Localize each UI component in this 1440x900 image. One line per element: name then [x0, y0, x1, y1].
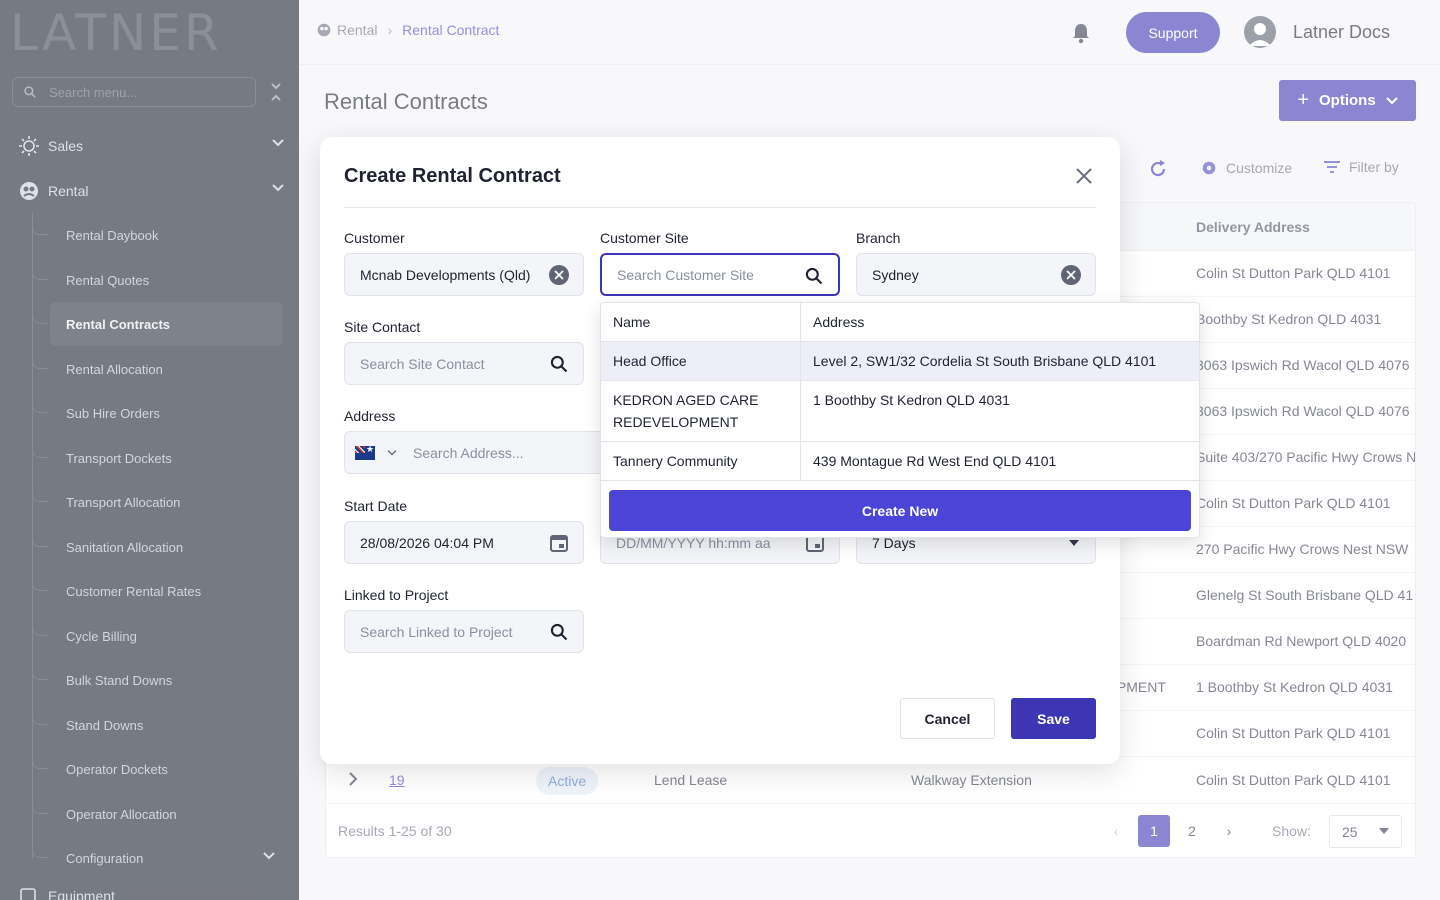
option-name: Head Office	[613, 353, 687, 369]
address-label: Address	[344, 408, 396, 424]
chevron-down-icon[interactable]	[387, 449, 397, 456]
customer-site-option[interactable]: Tannery Community 439 Montague Rd West E…	[601, 442, 1199, 481]
branch-field[interactable]: Sydney	[856, 253, 1096, 296]
option-name: Tannery Community	[613, 453, 738, 469]
dropdown-header-address: Address	[813, 314, 865, 330]
linked-project-placeholder: Search Linked to Project	[360, 623, 513, 640]
customer-field[interactable]: Mcnab Developments (Qld)	[344, 253, 584, 296]
customer-value: Mcnab Developments (Qld)	[360, 266, 531, 283]
site-contact-input[interactable]: Search Site Contact	[344, 342, 584, 385]
linked-project-input[interactable]: Search Linked to Project	[344, 610, 584, 653]
linked-project-label: Linked to Project	[344, 587, 449, 603]
create-new-button[interactable]: Create New	[609, 490, 1191, 531]
customer-site-option[interactable]: Head Office Level 2, SW1/32 Cordelia St …	[601, 342, 1199, 381]
option-name: KEDRON AGED CARE REDEVELOPMENT	[613, 392, 759, 430]
start-date-value: 28/08/2026 04:04 PM	[360, 534, 494, 551]
divider	[344, 207, 1096, 208]
branch-label: Branch	[856, 230, 901, 246]
site-contact-placeholder: Search Site Contact	[360, 355, 485, 372]
customer-site-input[interactable]: Search Customer Site	[600, 253, 840, 296]
clear-icon[interactable]	[1061, 265, 1081, 285]
column-divider	[800, 303, 801, 481]
calendar-icon[interactable]	[549, 533, 569, 553]
option-address: 1 Boothby St Kedron QLD 4031	[813, 392, 1010, 408]
start-date-input[interactable]: 28/08/2026 04:04 PM	[344, 521, 584, 564]
start-date-label: Start Date	[344, 498, 408, 514]
address-placeholder: Search Address...	[413, 444, 524, 461]
save-button[interactable]: Save	[1011, 698, 1096, 739]
customer-site-option[interactable]: KEDRON AGED CARE REDEVELOPMENT 1 Boothby…	[601, 381, 1199, 442]
address-input[interactable]: Search Address...	[344, 431, 634, 474]
dropdown-header: Name Address	[601, 303, 1199, 342]
search-icon[interactable]	[549, 354, 569, 374]
caret-down-icon	[1069, 540, 1079, 546]
option-address: 439 Montague Rd West End QLD 4101	[813, 453, 1057, 469]
modal-title: Create Rental Contract	[344, 165, 561, 187]
branch-value: Sydney	[872, 266, 919, 283]
search-icon[interactable]	[549, 622, 569, 642]
cancel-button[interactable]: Cancel	[900, 698, 995, 739]
site-contact-label: Site Contact	[344, 319, 421, 335]
clear-icon[interactable]	[549, 265, 569, 285]
customer-site-placeholder: Search Customer Site	[617, 266, 754, 283]
customer-site-label: Customer Site	[600, 230, 689, 246]
customer-label: Customer	[344, 230, 405, 246]
search-icon[interactable]	[804, 266, 824, 286]
australia-flag-icon[interactable]	[355, 444, 375, 460]
option-address: Level 2, SW1/32 Cordelia St South Brisba…	[813, 353, 1157, 369]
customer-site-dropdown: Name Address Head Office Level 2, SW1/32…	[600, 302, 1200, 538]
dropdown-header-name: Name	[613, 314, 651, 330]
close-icon[interactable]	[1074, 166, 1094, 186]
